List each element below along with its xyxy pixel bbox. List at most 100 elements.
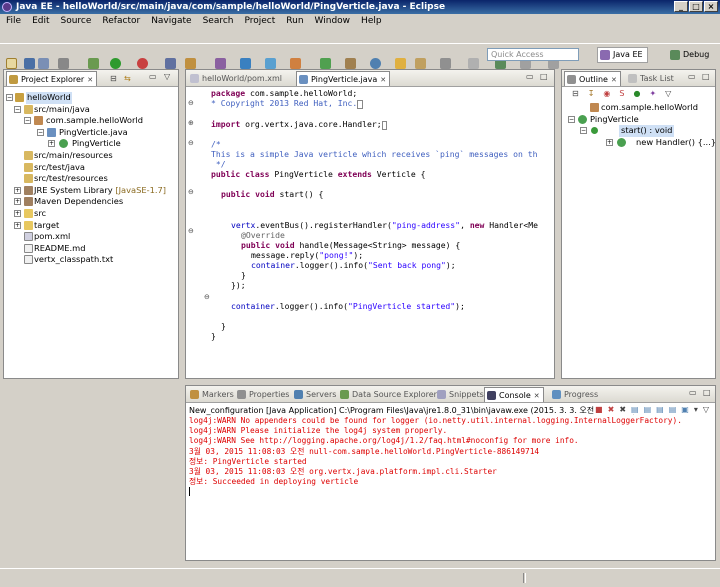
- close-icon[interactable]: ✕: [380, 76, 386, 84]
- tree-item-src-test-java[interactable]: src/test/java: [6, 162, 176, 174]
- open-console-icon[interactable]: ▾: [694, 405, 698, 414]
- server-icon[interactable]: [215, 58, 226, 69]
- tree-item-package[interactable]: − com.sample.helloWorld: [6, 115, 176, 127]
- menu-help[interactable]: Help: [361, 14, 382, 28]
- browser-icon[interactable]: [370, 58, 381, 69]
- maximize-icon[interactable]: □: [703, 388, 711, 397]
- collapse-all-icon[interactable]: ⊟: [110, 74, 117, 83]
- fold-icon[interactable]: ⊖: [204, 293, 210, 301]
- database-icon[interactable]: [265, 58, 276, 69]
- minimize-icon[interactable]: ▭: [526, 72, 534, 81]
- quick-access-input[interactable]: Quick Access: [487, 48, 579, 61]
- close-icon[interactable]: ✕: [611, 76, 617, 84]
- menu-navigate[interactable]: Navigate: [151, 14, 191, 28]
- minimize-icon[interactable]: ▭: [689, 388, 697, 397]
- maximize-icon[interactable]: □: [702, 72, 710, 81]
- menu-source[interactable]: Source: [61, 14, 92, 28]
- tree-item-target[interactable]: + target: [6, 220, 176, 232]
- tab-console[interactable]: Console ✕: [484, 387, 544, 402]
- tab-task-list[interactable]: Task List: [626, 71, 677, 86]
- fold-icon[interactable]: ⊕: [188, 119, 194, 127]
- menu-file[interactable]: File: [6, 14, 21, 28]
- tree-item-java-file[interactable]: − PingVerticle.java: [6, 127, 176, 139]
- menu-edit[interactable]: Edit: [32, 14, 49, 28]
- scroll-lock-icon[interactable]: ▤: [644, 405, 652, 414]
- run-icon[interactable]: [110, 58, 121, 69]
- open-type-icon[interactable]: [165, 58, 176, 69]
- tree-item-jre[interactable]: + JRE System Library [JavaSE-1.7]: [6, 185, 176, 197]
- minimize-icon[interactable]: ▭: [149, 72, 157, 81]
- class-icon[interactable]: [320, 58, 331, 69]
- save-all-icon[interactable]: [38, 58, 49, 69]
- tree-item-class[interactable]: + PingVerticle: [6, 138, 176, 150]
- close-icon[interactable]: ✕: [87, 76, 93, 84]
- tool-icon[interactable]: [345, 58, 356, 69]
- link-editor-icon[interactable]: ⇆: [124, 74, 131, 83]
- minimize-icon[interactable]: ▭: [688, 72, 696, 81]
- java-ee-perspective[interactable]: Java EE: [597, 47, 648, 63]
- maximize-icon[interactable]: □: [540, 72, 548, 81]
- hide-local-types-icon[interactable]: ✦: [649, 89, 656, 98]
- save-icon[interactable]: [24, 58, 35, 69]
- menu-run[interactable]: Run: [286, 14, 303, 28]
- tree-item-pom[interactable]: pom.xml: [6, 231, 176, 243]
- outline-item-method[interactable]: − start() : void: [564, 125, 713, 137]
- annotation-icon[interactable]: [468, 58, 479, 69]
- tab-project-explorer[interactable]: Project Explorer ✕: [6, 71, 98, 86]
- terminate-icon[interactable]: ■: [595, 405, 603, 414]
- new-icon[interactable]: [6, 58, 17, 69]
- tab-servers[interactable]: Servers: [292, 387, 339, 402]
- tab-outline[interactable]: Outline ✕: [564, 71, 621, 86]
- tab-progress[interactable]: Progress: [550, 387, 601, 402]
- skip-breakpoints-icon[interactable]: [88, 58, 99, 69]
- view-menu-icon[interactable]: ▽: [665, 89, 671, 98]
- hide-static-icon[interactable]: S: [619, 89, 624, 98]
- tree-item-classpath[interactable]: vertx_classpath.txt: [6, 254, 176, 266]
- menu-window[interactable]: Window: [315, 14, 351, 28]
- tree-item-readme[interactable]: README.md: [6, 243, 176, 255]
- print-icon[interactable]: [58, 58, 69, 69]
- pin-console-icon[interactable]: ▤: [669, 405, 677, 414]
- collapse-all-icon[interactable]: ⊟: [572, 89, 579, 98]
- word-wrap-icon[interactable]: ▤: [656, 405, 664, 414]
- fold-icon[interactable]: ⊖: [188, 139, 194, 147]
- close-button[interactable]: ×: [704, 1, 718, 12]
- outline-item-anonymous[interactable]: + new Handler() {...}: [564, 137, 716, 149]
- tab-snippets[interactable]: Snippets: [435, 387, 487, 402]
- sort-icon[interactable]: ↧: [588, 89, 595, 98]
- tree-item-maven[interactable]: + Maven Dependencies: [6, 196, 176, 208]
- close-icon[interactable]: ✕: [534, 392, 540, 400]
- tab-properties[interactable]: Properties: [235, 387, 292, 402]
- clear-console-icon[interactable]: ▤: [631, 405, 639, 414]
- view-menu-icon[interactable]: ▽: [164, 72, 170, 81]
- maximize-button[interactable]: □: [689, 1, 703, 12]
- remove-launch-icon[interactable]: ✖: [608, 405, 615, 414]
- search-icon[interactable]: [185, 58, 196, 69]
- code-editor[interactable]: helloWorld/pom.xml PingVerticle.java ✕ ▭ …: [185, 69, 555, 401]
- fold-icon[interactable]: ⊖: [188, 99, 194, 107]
- menu-project[interactable]: Project: [244, 14, 275, 28]
- web-icon[interactable]: [240, 58, 251, 69]
- tab-markers[interactable]: Markers: [188, 387, 237, 402]
- hide-nonpublic-icon[interactable]: ●: [633, 89, 640, 98]
- debug-icon[interactable]: [137, 58, 148, 69]
- hide-fields-icon[interactable]: ◉: [603, 89, 610, 98]
- tree-item-src[interactable]: + src: [6, 208, 176, 220]
- outline-item-package[interactable]: com.sample.helloWorld: [564, 102, 713, 114]
- tree-item-src-test-resources[interactable]: src/test/resources: [6, 173, 176, 185]
- package-icon[interactable]: [290, 58, 301, 69]
- tree-item-src-main-java[interactable]: − src/main/java: [6, 104, 176, 116]
- display-console-icon[interactable]: ▣: [681, 405, 689, 414]
- fold-icon[interactable]: ⊖: [188, 188, 194, 196]
- outline-item-class[interactable]: − PingVerticle: [564, 114, 713, 126]
- tree-item-src-main-resources[interactable]: src/main/resources: [6, 150, 176, 162]
- menu-search[interactable]: Search: [203, 14, 234, 28]
- tab-data-source-explorer[interactable]: Data Source Explorer: [338, 387, 440, 402]
- minimize-button[interactable]: _: [674, 1, 688, 12]
- open-folder-icon[interactable]: [395, 58, 406, 69]
- menu-refactor[interactable]: Refactor: [102, 14, 140, 28]
- tab-pom-xml[interactable]: helloWorld/pom.xml: [188, 71, 285, 86]
- view-menu-icon[interactable]: ▽: [703, 405, 709, 414]
- edit-icon[interactable]: [415, 58, 426, 69]
- debug-perspective[interactable]: Debug: [667, 47, 714, 63]
